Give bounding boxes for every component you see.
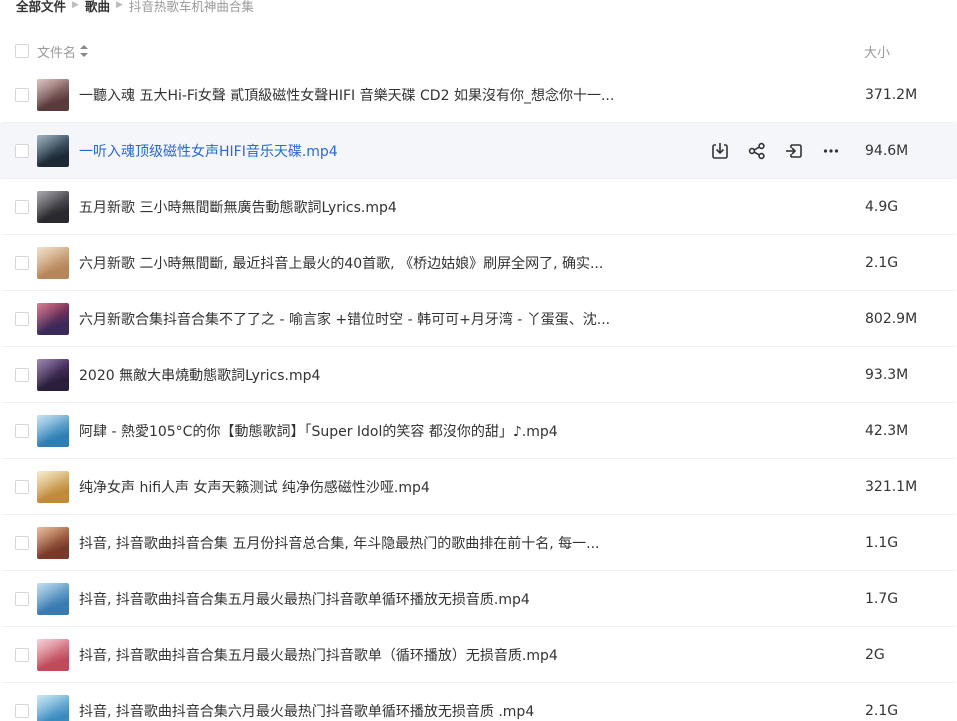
video-thumbnail[interactable] bbox=[37, 471, 69, 503]
file-checkbox[interactable] bbox=[15, 480, 29, 494]
row-actions bbox=[708, 139, 856, 163]
file-checkbox[interactable] bbox=[15, 536, 29, 550]
share-icon[interactable] bbox=[745, 139, 769, 163]
file-size: 2.1G bbox=[865, 255, 899, 271]
more-icon[interactable] bbox=[819, 139, 843, 163]
video-thumbnail[interactable] bbox=[37, 247, 69, 279]
file-row[interactable]: 六月新歌 二小時無間斷, 最近抖音上最火的40首歌, 《桥边姑娘》刷屏全网了, … bbox=[0, 235, 957, 291]
file-size: 1.1G bbox=[865, 535, 899, 551]
video-thumbnail[interactable] bbox=[37, 135, 69, 167]
file-list: 一聽入魂 五大Hi-Fi女聲 貳頂級磁性女聲HIFI 音樂天碟 CD2 如果沒有… bbox=[0, 67, 957, 721]
file-checkbox[interactable] bbox=[15, 704, 29, 718]
video-thumbnail[interactable] bbox=[37, 79, 69, 111]
file-checkbox[interactable] bbox=[15, 200, 29, 214]
file-size: 802.9M bbox=[865, 311, 918, 327]
file-size: 1.7G bbox=[865, 591, 899, 607]
file-checkbox[interactable] bbox=[15, 648, 29, 662]
file-name[interactable]: 阿肆 - 熱愛105°C的你【動態歌詞】「Super Idol的笑容 都沒你的甜… bbox=[79, 421, 639, 441]
breadcrumb-current-folder: 抖音热歌车机神曲合集 bbox=[128, 0, 254, 14]
name-column-header[interactable]: 文件名 bbox=[37, 42, 89, 61]
file-size: 371.2M bbox=[865, 87, 918, 103]
file-name[interactable]: 2020 無敵大串燒動態歌詞Lyrics.mp4 bbox=[79, 365, 639, 385]
breadcrumb-songs[interactable]: 歌曲 bbox=[85, 0, 110, 15]
file-row[interactable]: 2020 無敵大串燒動態歌詞Lyrics.mp4 93.3M bbox=[0, 347, 957, 403]
file-row[interactable]: 抖音, 抖音歌曲抖音合集五月最火最热门抖音歌单循环播放无损音质.mp4 1.7G bbox=[0, 571, 957, 627]
file-row[interactable]: 五月新歌 三小時無間斷無廣告動態歌詞Lyrics.mp4 4.9G bbox=[0, 179, 957, 235]
file-list-page: 全部文件 ▶ 歌曲 ▶ 抖音热歌车机神曲合集 文件名 大小 一聽入魂 五大Hi-… bbox=[0, 0, 957, 721]
file-size: 42.3M bbox=[865, 423, 909, 439]
file-checkbox[interactable] bbox=[15, 592, 29, 606]
breadcrumb-separator-icon: ▶ bbox=[115, 0, 123, 10]
video-thumbnail[interactable] bbox=[37, 527, 69, 559]
file-name[interactable]: 五月新歌 三小時無間斷無廣告動態歌詞Lyrics.mp4 bbox=[79, 197, 639, 217]
video-thumbnail[interactable] bbox=[37, 415, 69, 447]
breadcrumb-all-files[interactable]: 全部文件 bbox=[16, 0, 66, 15]
name-column-label: 文件名 bbox=[37, 45, 77, 61]
file-checkbox[interactable] bbox=[15, 424, 29, 438]
file-name[interactable]: 一聽入魂 五大Hi-Fi女聲 貳頂級磁性女聲HIFI 音樂天碟 CD2 如果沒有… bbox=[79, 85, 639, 105]
file-checkbox[interactable] bbox=[15, 256, 29, 270]
video-thumbnail[interactable] bbox=[37, 303, 69, 335]
file-name[interactable]: 抖音, 抖音歌曲抖音合集六月最火最热门抖音歌单循环播放无损音质 .mp4 bbox=[79, 701, 639, 721]
file-checkbox[interactable] bbox=[15, 144, 29, 158]
file-row[interactable]: 纯净女声 hifi人声 女声天籁测试 纯净伤感磁性沙哑.mp4 321.1M bbox=[0, 459, 957, 515]
file-name[interactable]: 纯净女声 hifi人声 女声天籁测试 纯净伤感磁性沙哑.mp4 bbox=[79, 477, 639, 497]
file-name[interactable]: 抖音, 抖音歌曲抖音合集 五月份抖音总合集, 年斗隐最热门的歌曲排在前十名, 每… bbox=[79, 533, 639, 553]
file-row[interactable]: 六月新歌合集抖音合集不了了之 - 喻言家 +错位时空 - 韩可可+月牙湾 - 丫… bbox=[0, 291, 957, 347]
select-all-checkbox[interactable] bbox=[15, 44, 29, 58]
file-row[interactable]: 抖音, 抖音歌曲抖音合集 五月份抖音总合集, 年斗隐最热门的歌曲排在前十名, 每… bbox=[0, 515, 957, 571]
file-size: 2G bbox=[865, 647, 885, 663]
file-checkbox[interactable] bbox=[15, 312, 29, 326]
file-name[interactable]: 六月新歌合集抖音合集不了了之 - 喻言家 +错位时空 - 韩可可+月牙湾 - 丫… bbox=[79, 309, 639, 329]
video-thumbnail[interactable] bbox=[37, 639, 69, 671]
move-icon[interactable] bbox=[782, 139, 806, 163]
file-size: 321.1M bbox=[865, 479, 918, 495]
file-name[interactable]: 一听入魂顶级磁性女声HIFI音乐天碟.mp4 bbox=[79, 141, 639, 161]
video-thumbnail[interactable] bbox=[37, 191, 69, 223]
sort-icon[interactable] bbox=[80, 45, 89, 57]
file-size: 94.6M bbox=[865, 143, 909, 159]
video-thumbnail[interactable] bbox=[37, 359, 69, 391]
file-row[interactable]: 阿肆 - 熱愛105°C的你【動態歌詞】「Super Idol的笑容 都沒你的甜… bbox=[0, 403, 957, 459]
file-name[interactable]: 抖音, 抖音歌曲抖音合集五月最火最热门抖音歌单循环播放无损音质.mp4 bbox=[79, 589, 639, 609]
size-column-header[interactable]: 大小 bbox=[864, 42, 890, 61]
file-row[interactable]: 抖音, 抖音歌曲抖音合集五月最火最热门抖音歌单（循环播放）无损音质.mp4 2G bbox=[0, 627, 957, 683]
file-name[interactable]: 六月新歌 二小時無間斷, 最近抖音上最火的40首歌, 《桥边姑娘》刷屏全网了, … bbox=[79, 253, 639, 273]
file-row[interactable]: 抖音, 抖音歌曲抖音合集六月最火最热门抖音歌单循环播放无损音质 .mp4 2.1G bbox=[0, 683, 957, 721]
file-row[interactable]: 一聽入魂 五大Hi-Fi女聲 貳頂級磁性女聲HIFI 音樂天碟 CD2 如果沒有… bbox=[0, 67, 957, 123]
file-checkbox[interactable] bbox=[15, 368, 29, 382]
video-thumbnail[interactable] bbox=[37, 583, 69, 615]
file-size: 93.3M bbox=[865, 367, 909, 383]
breadcrumb: 全部文件 ▶ 歌曲 ▶ 抖音热歌车机神曲合集 bbox=[16, 0, 254, 15]
file-row[interactable]: 一听入魂顶级磁性女声HIFI音乐天碟.mp4 94.6M bbox=[0, 123, 957, 179]
breadcrumb-separator-icon: ▶ bbox=[72, 0, 79, 10]
file-checkbox[interactable] bbox=[15, 88, 29, 102]
file-size: 4.9G bbox=[865, 199, 899, 215]
download-icon[interactable] bbox=[708, 139, 732, 163]
video-thumbnail[interactable] bbox=[37, 695, 69, 721]
file-name[interactable]: 抖音, 抖音歌曲抖音合集五月最火最热门抖音歌单（循环播放）无损音质.mp4 bbox=[79, 645, 639, 665]
file-size: 2.1G bbox=[865, 703, 899, 719]
